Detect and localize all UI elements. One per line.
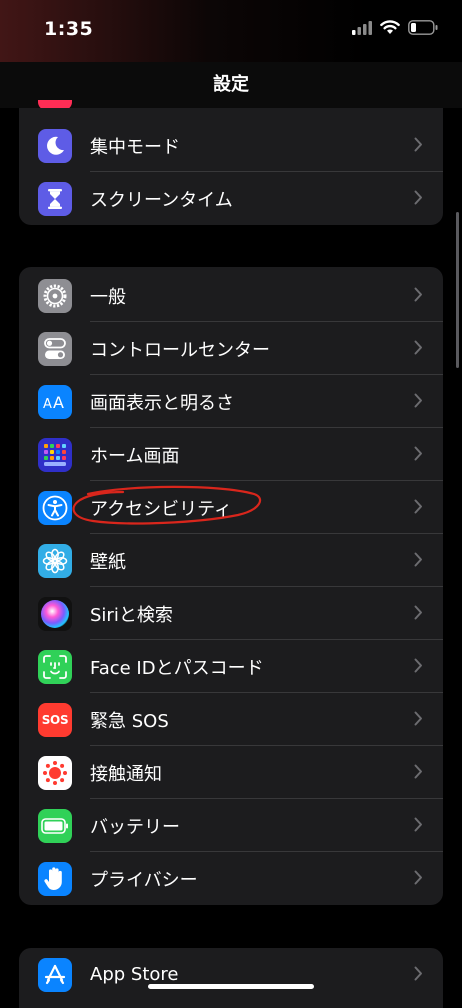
settings-row-general[interactable]: 一般 — [19, 269, 443, 322]
gear-icon — [38, 279, 72, 313]
settings-row-label: App Store — [90, 964, 179, 985]
accessibility-icon — [38, 491, 72, 525]
svg-text:A: A — [43, 397, 52, 412]
appstore-icon — [38, 958, 72, 992]
chevron-right-icon — [414, 446, 422, 461]
settings-row-label: Siriと検索 — [90, 604, 173, 626]
status-bar: 1:35 — [0, 0, 462, 62]
settings-row-label: 集中モード — [90, 136, 180, 158]
text-size-icon: AA — [38, 385, 72, 419]
svg-text:A: A — [53, 393, 64, 412]
settings-row-label: Face IDとパスコード — [90, 657, 264, 679]
cellular-signal-icon — [352, 20, 372, 35]
red-circle-annotation — [72, 485, 262, 525]
chevron-right-icon — [414, 658, 422, 673]
exposure-icon — [38, 756, 72, 790]
settings-row-emergency-sos[interactable]: SOS 緊急 SOS — [19, 693, 443, 746]
settings-row-focus[interactable]: 集中モード — [19, 119, 443, 172]
chevron-right-icon — [414, 764, 422, 779]
hand-icon — [38, 862, 72, 896]
settings-row-label: 画面表示と明るさ — [90, 392, 234, 414]
chevron-right-icon — [414, 711, 422, 726]
faceid-icon — [38, 650, 72, 684]
chevron-right-icon — [414, 190, 422, 205]
chevron-right-icon — [414, 287, 422, 302]
settings-row-battery[interactable]: バッテリー — [19, 799, 443, 852]
settings-row-faceid-passcode[interactable]: Face IDとパスコード — [19, 640, 443, 693]
chevron-right-icon — [414, 499, 422, 514]
chevron-right-icon — [414, 137, 422, 152]
settings-row-siri-search[interactable]: Siriと検索 — [19, 587, 443, 640]
sos-icon: SOS — [38, 703, 72, 737]
chevron-right-icon — [414, 393, 422, 408]
settings-row-display-brightness[interactable]: AA 画面表示と明るさ — [19, 375, 443, 428]
settings-row-label: 接触通知 — [90, 763, 162, 785]
settings-group-main: 一般 コントロールセンター AA 画面表示と明るさ ホーム画面 アクセシビリティ… — [19, 267, 443, 905]
settings-row-label: 緊急 SOS — [90, 710, 169, 732]
home-grid-icon — [38, 438, 72, 472]
settings-row-home-screen[interactable]: ホーム画面 — [19, 428, 443, 481]
status-time: 1:35 — [44, 18, 94, 40]
settings-group-focus: 集中モード スクリーンタイム — [19, 108, 443, 225]
settings-row-label: ホーム画面 — [90, 445, 180, 467]
settings-row-label: バッテリー — [90, 816, 180, 838]
chevron-right-icon — [414, 817, 422, 832]
settings-row-label: コントロールセンター — [90, 339, 270, 361]
settings-row-app-store[interactable]: App Store — [19, 948, 443, 1001]
battery-icon — [38, 809, 72, 843]
wifi-icon — [380, 20, 400, 34]
chevron-right-icon — [414, 340, 422, 355]
settings-row-wallpaper[interactable]: 壁紙 — [19, 534, 443, 587]
settings-row-screen-time[interactable]: スクリーンタイム — [19, 172, 443, 225]
toggles-icon — [38, 332, 72, 366]
settings-row-label: 一般 — [90, 286, 126, 308]
settings-row-control-center[interactable]: コントロールセンター — [19, 322, 443, 375]
scrollbar[interactable] — [456, 212, 459, 368]
battery-status-icon — [408, 20, 438, 35]
settings-row-exposure-notification[interactable]: 接触通知 — [19, 746, 443, 799]
settings-row-label: スクリーンタイム — [90, 189, 233, 211]
flower-icon — [38, 544, 72, 578]
status-icons — [352, 20, 438, 35]
home-indicator[interactable] — [148, 984, 314, 989]
settings-row-label: 壁紙 — [90, 551, 126, 573]
siri-icon — [38, 597, 72, 631]
settings-group-store: App Store — [19, 948, 443, 1008]
settings-row-label: プライバシー — [90, 869, 198, 891]
chevron-right-icon — [414, 966, 422, 981]
page-title: 設定 — [213, 74, 249, 95]
sos-icon-text: SOS — [41, 713, 69, 727]
hourglass-icon — [38, 182, 72, 216]
moon-icon — [38, 129, 72, 163]
chevron-right-icon — [414, 552, 422, 567]
chevron-right-icon — [414, 605, 422, 620]
chevron-right-icon — [414, 870, 422, 885]
settings-row-privacy[interactable]: プライバシー — [19, 852, 443, 905]
